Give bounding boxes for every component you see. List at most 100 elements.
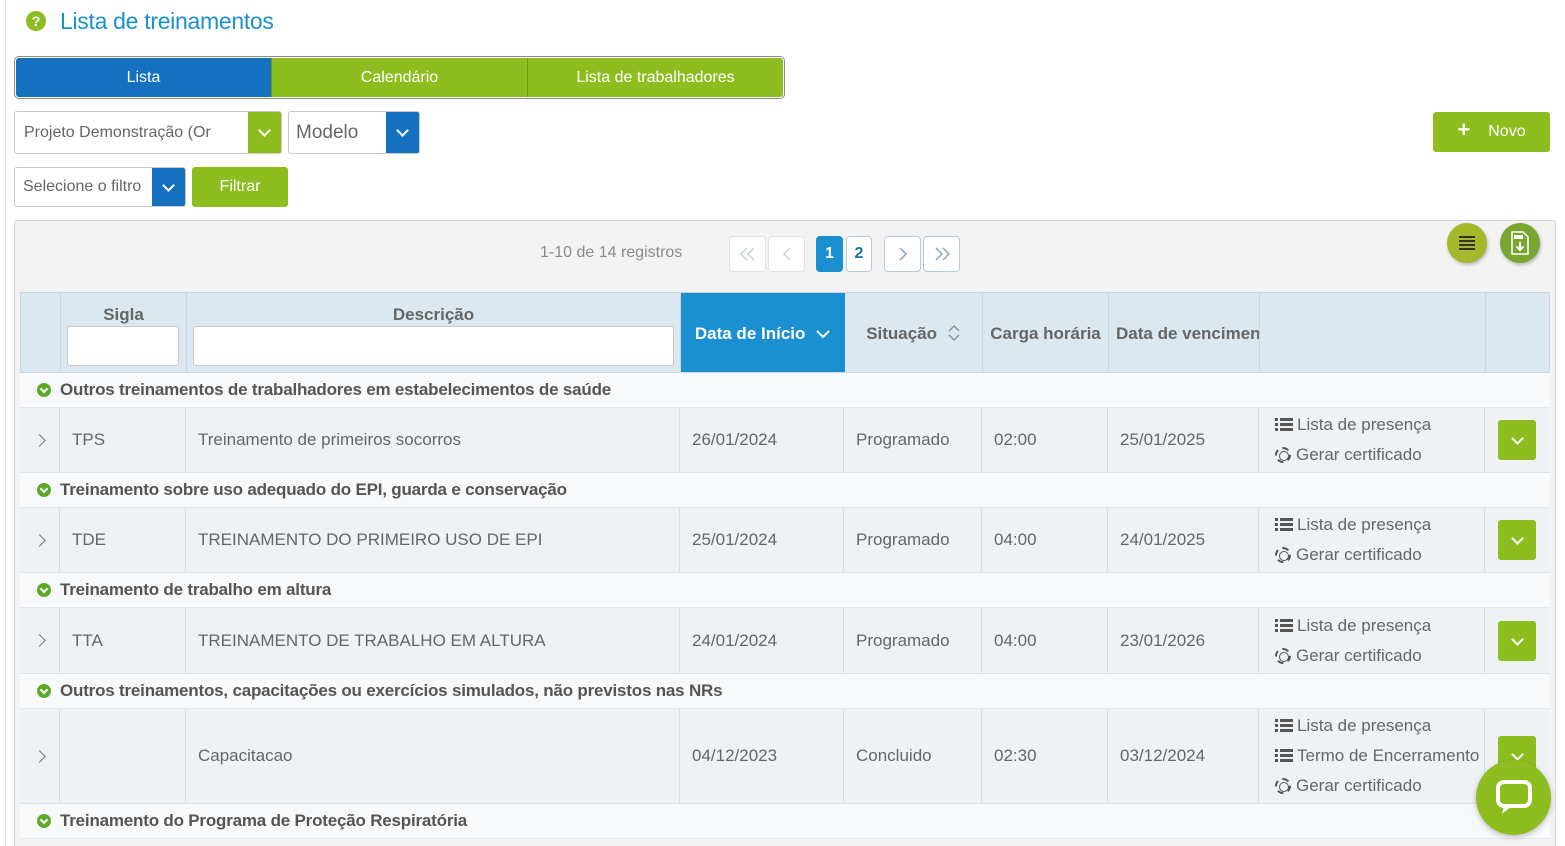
sigla-header-label: Sigla	[103, 305, 144, 324]
list-icon	[1275, 518, 1293, 532]
situacao-cell: Concluido	[844, 709, 982, 803]
vencimento-cell: 23/01/2026	[1108, 608, 1259, 673]
modelo-select-value: Modelo	[296, 121, 359, 143]
page-1-button[interactable]: 1	[816, 236, 843, 272]
lista-presenca-link[interactable]: Lista de presença	[1275, 611, 1431, 641]
lista-presenca-link[interactable]: Lista de presença	[1275, 510, 1431, 540]
situacao-cell: Programado	[844, 608, 982, 673]
group-title: Outros treinamentos, capacitações ou exe…	[60, 681, 723, 700]
inicio-cell: 25/01/2024	[680, 508, 844, 572]
gerar-certificado-link[interactable]: Gerar certificado	[1275, 641, 1422, 671]
group-header[interactable]: Outros treinamentos, capacitações ou exe…	[20, 674, 1550, 709]
pager-info: 1-10 de 14 registros	[540, 244, 683, 261]
modelo-select[interactable]: Modelo	[288, 111, 420, 154]
novo-button-label: Novo	[1488, 123, 1526, 140]
group-header[interactable]: Outros treinamentos de trabalhadores em …	[20, 373, 1550, 408]
prev-page-button[interactable]	[768, 236, 805, 272]
data-inicio-header[interactable]: Data de Início	[681, 293, 845, 372]
row-menu-button[interactable]	[1498, 520, 1536, 560]
chevron-right-icon[interactable]	[33, 749, 46, 763]
carga-cell: 04:00	[982, 608, 1108, 673]
columns-list-button[interactable]	[1447, 223, 1487, 263]
carga-cell: 04:00	[982, 508, 1108, 572]
expand-cell[interactable]	[20, 608, 60, 673]
inicio-cell: 04/12/2023	[680, 709, 844, 803]
chevron-right-icon[interactable]	[33, 533, 46, 547]
chevron-down-icon[interactable]	[152, 168, 185, 206]
vencimento-header-label: Data de vencimento	[1116, 324, 1260, 343]
last-page-button[interactable]	[923, 236, 960, 272]
situacao-header[interactable]: Situação	[845, 293, 983, 372]
actions-cell: Lista de presença Gerar certificado	[1259, 408, 1485, 472]
collapse-group-icon[interactable]	[37, 483, 51, 497]
collapse-group-icon[interactable]	[37, 684, 51, 698]
filtro-select[interactable]: Selecione o filtro	[14, 167, 186, 207]
chevron-left-icon	[782, 247, 791, 261]
chevron-down-icon[interactable]	[386, 112, 419, 153]
projeto-select[interactable]: Projeto Demonstração (Or	[14, 111, 282, 154]
group-header[interactable]: Treinamento sobre uso adequado do EPI, g…	[20, 473, 1550, 508]
chat-icon	[1495, 779, 1532, 814]
gear-icon	[1275, 447, 1291, 463]
filtrar-button[interactable]: Filtrar	[192, 167, 288, 207]
gerar-certificado-link[interactable]: Gerar certificado	[1275, 540, 1422, 570]
chevron-right-icon[interactable]	[33, 634, 46, 647]
carga-header[interactable]: Carga horária	[983, 293, 1109, 372]
help-icon[interactable]: ?	[26, 11, 46, 31]
sigla-filter-input[interactable]	[67, 326, 179, 366]
row-menu-button[interactable]	[1498, 420, 1536, 460]
actions-header	[1260, 293, 1486, 372]
gerar-certificado-link[interactable]: Gerar certificado	[1275, 771, 1422, 801]
vencimento-header[interactable]: Data de vencimento	[1109, 293, 1260, 372]
tab-lista[interactable]: Lista	[16, 58, 271, 97]
tab-lista-trabalhadores[interactable]: Lista de trabalhadores	[527, 58, 783, 97]
chevron-down-icon[interactable]	[248, 112, 281, 153]
descricao-filter-input[interactable]	[193, 326, 674, 366]
inicio-cell: 26/01/2024	[680, 408, 844, 472]
collapse-group-icon[interactable]	[37, 383, 51, 397]
first-page-button[interactable]	[729, 236, 766, 272]
chevron-right-icon[interactable]	[33, 433, 46, 447]
gerar-certificado-link[interactable]: Gerar certificado	[1275, 440, 1422, 470]
descricao-header-label: Descrição	[392, 305, 475, 324]
row-menu-cell	[1485, 508, 1548, 572]
trainings-table: Sigla Descrição Data de Início Situação …	[20, 292, 1550, 839]
next-page-button[interactable]	[884, 236, 921, 272]
carga-cell: 02:30	[982, 709, 1108, 803]
tab-calendario[interactable]: Calendário	[271, 58, 527, 97]
data-inicio-header-label: Data de Início	[681, 324, 844, 344]
expand-cell[interactable]	[20, 408, 60, 472]
chat-button[interactable]	[1476, 760, 1551, 835]
group-header[interactable]: Treinamento do Programa de Proteção Resp…	[20, 804, 1550, 839]
xls-download-icon	[1511, 231, 1529, 255]
group-header[interactable]: Treinamento de trabalho em altura	[20, 573, 1550, 608]
menu-header	[1486, 293, 1549, 372]
export-xls-button[interactable]	[1500, 223, 1540, 263]
group-title: Treinamento sobre uso adequado do EPI, g…	[60, 480, 567, 499]
projeto-select-value: Projeto Demonstração (Or	[24, 123, 211, 141]
termo-encerramento-link[interactable]: Termo de Encerramento	[1275, 741, 1479, 771]
vencimento-cell: 24/01/2025	[1108, 508, 1259, 572]
collapse-group-icon[interactable]	[37, 814, 51, 828]
double-chevron-right-icon	[934, 247, 950, 261]
expand-cell[interactable]	[20, 709, 60, 803]
list-icon	[1275, 618, 1293, 633]
actions-cell: Lista de presença Gerar certificado	[1259, 608, 1485, 673]
page-2-button[interactable]: 2	[846, 236, 872, 272]
page-title: Lista de treinamentos	[60, 7, 274, 34]
lista-presenca-link[interactable]: Lista de presença	[1275, 711, 1431, 741]
novo-button[interactable]: + Novo	[1433, 112, 1550, 152]
sigla-header: Sigla	[61, 293, 187, 372]
descricao-cell: Capacitacao	[186, 709, 680, 803]
gear-icon	[1275, 547, 1291, 563]
view-tabs: Lista Calendário Lista de trabalhadores	[14, 56, 785, 99]
collapse-group-icon[interactable]	[37, 583, 51, 597]
vencimento-cell: 25/01/2025	[1108, 408, 1259, 472]
filtro-select-placeholder: Selecione o filtro	[23, 178, 142, 195]
row-menu-button[interactable]	[1498, 621, 1536, 661]
row-menu-cell	[1485, 408, 1548, 472]
actions-cell: Lista de presença Gerar certificado	[1259, 508, 1485, 572]
lista-presenca-link[interactable]: Lista de presença	[1275, 410, 1431, 440]
sigla-cell: TPS	[60, 408, 186, 472]
expand-cell[interactable]	[20, 508, 60, 572]
